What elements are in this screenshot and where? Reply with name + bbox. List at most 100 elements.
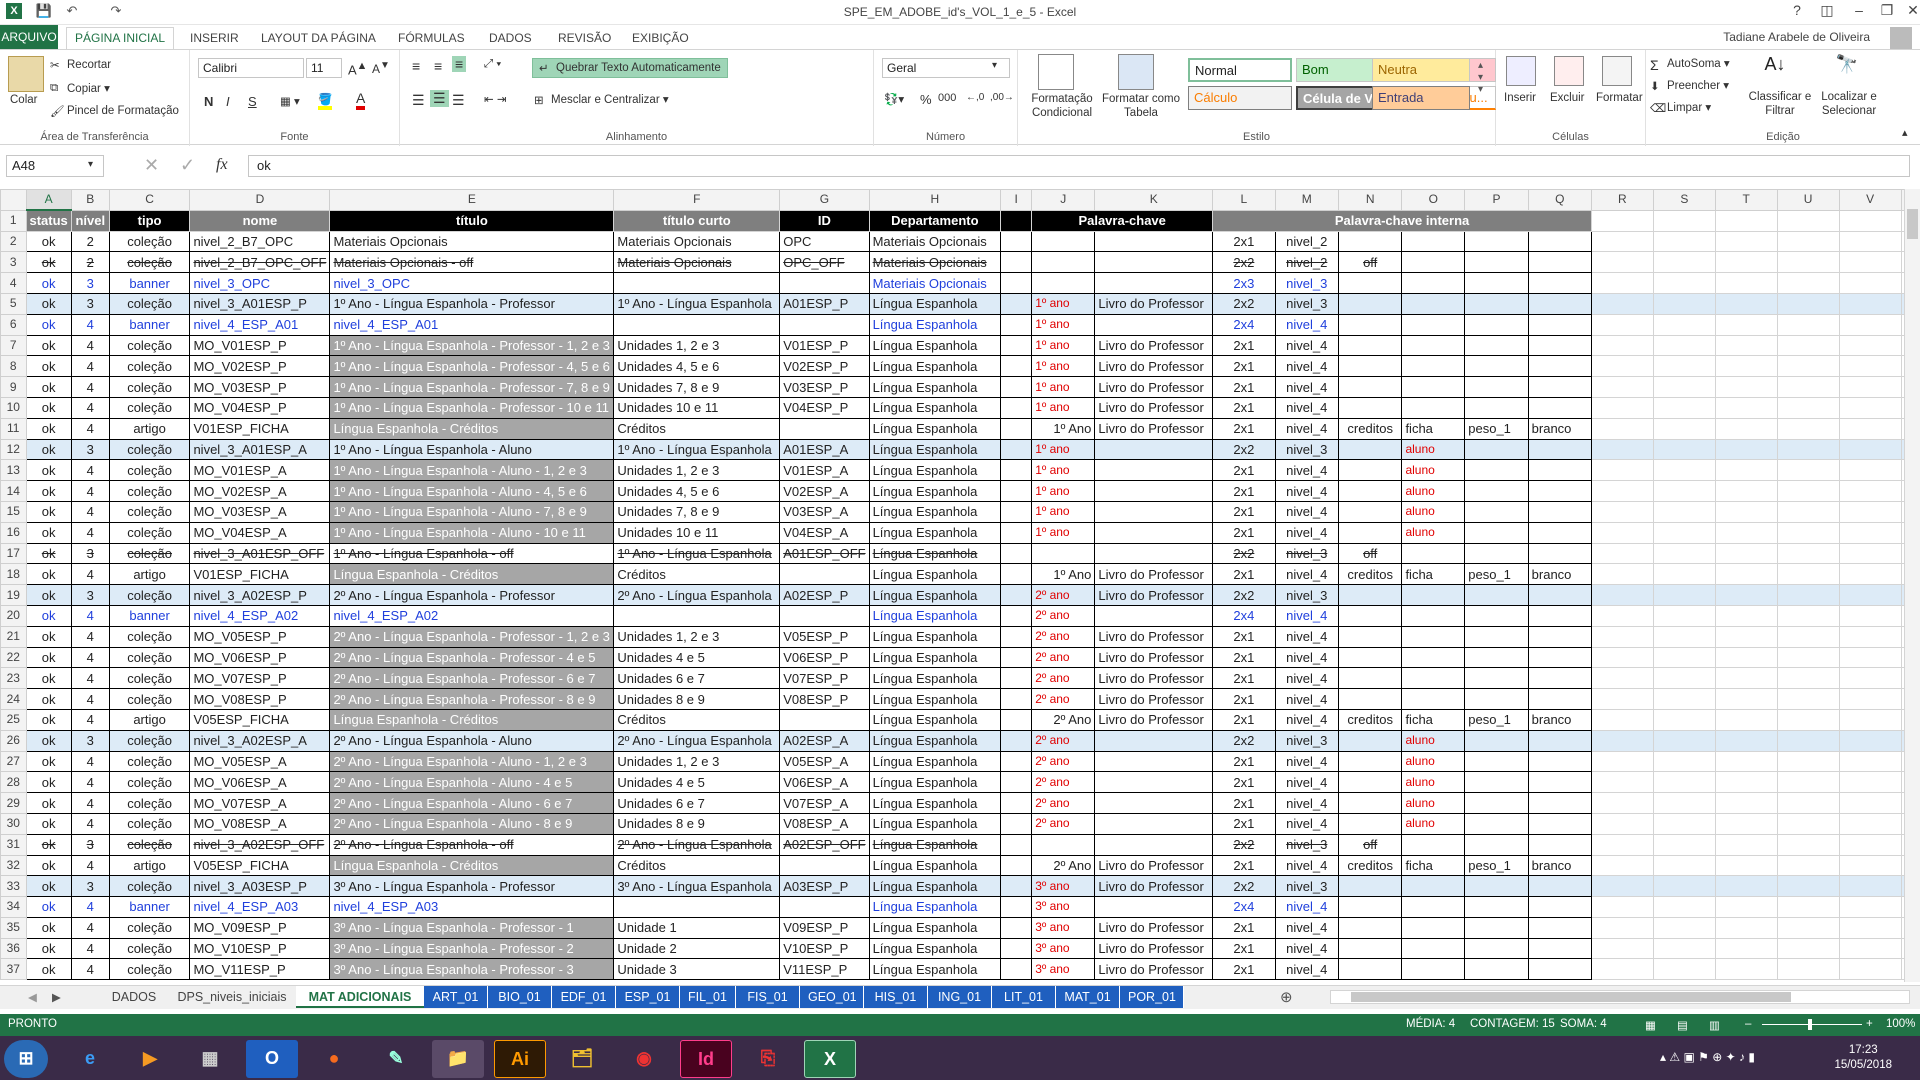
- grid-cell[interactable]: 1º Ano - Língua Espanhola - Professor - …: [329, 355, 615, 378]
- grid-cell[interactable]: banner: [108, 313, 191, 336]
- collapse-ribbon-icon[interactable]: ▴: [1902, 126, 1908, 139]
- grid-cell[interactable]: [1000, 604, 1033, 627]
- grid-cell[interactable]: Materiais Opcionais: [613, 251, 781, 274]
- grid-cell[interactable]: 2x1: [1212, 958, 1276, 981]
- grid-cell[interactable]: [1590, 230, 1654, 253]
- grid-cell[interactable]: branco: [1527, 563, 1592, 586]
- grid-cell[interactable]: V06ESP_A: [779, 771, 870, 794]
- grid-cell[interactable]: MO_V01ESP_P: [189, 334, 331, 357]
- grid-cell[interactable]: ok: [25, 708, 72, 731]
- grid-cell[interactable]: [1838, 209, 1902, 232]
- grid-cell[interactable]: Livro do Professor: [1094, 937, 1214, 960]
- grid-cell[interactable]: [1464, 916, 1529, 939]
- font-color-icon[interactable]: A: [356, 90, 366, 110]
- binoculars-icon[interactable]: 🔭: [1832, 54, 1862, 84]
- grid-cell[interactable]: [1337, 667, 1403, 690]
- grid-cell[interactable]: [779, 272, 870, 294]
- grid-cell[interactable]: nivel_4: [1274, 376, 1339, 398]
- grid-cell[interactable]: [1464, 625, 1529, 648]
- grid-cell[interactable]: nivel_4: [1274, 396, 1339, 419]
- grid-cell[interactable]: [1000, 667, 1033, 690]
- grid-cell[interactable]: 1º Ano - Língua Espanhola - Aluno - 4, 5…: [329, 480, 615, 502]
- grid-cell[interactable]: [1714, 812, 1778, 835]
- grid-cell[interactable]: [1337, 459, 1403, 482]
- grid-cell[interactable]: 2x4: [1212, 313, 1276, 336]
- grid-cell[interactable]: [1000, 500, 1033, 523]
- grid-cell[interactable]: [1838, 459, 1902, 482]
- grid-cell[interactable]: Livro do Professor: [1094, 376, 1214, 398]
- grid-cell[interactable]: ok: [25, 604, 72, 627]
- grid-cell[interactable]: [1401, 958, 1466, 981]
- page-break-icon[interactable]: ▥: [1709, 1018, 1720, 1032]
- grid-cell[interactable]: [1401, 542, 1466, 565]
- grid-cell[interactable]: ok: [25, 334, 72, 357]
- excel-taskbar-icon[interactable]: X: [804, 1040, 856, 1078]
- grid-cell[interactable]: [1527, 812, 1592, 835]
- grid-cell[interactable]: ok: [25, 292, 72, 315]
- column-header-h[interactable]: H: [868, 189, 1002, 211]
- grid-cell[interactable]: Unidades 8 e 9: [613, 688, 781, 710]
- grid-cell[interactable]: [1714, 459, 1778, 482]
- grid-cell[interactable]: [1000, 958, 1033, 981]
- grid-cell[interactable]: [1000, 729, 1033, 752]
- grid-cell[interactable]: [1464, 355, 1529, 378]
- grid-cell[interactable]: [1776, 480, 1840, 502]
- header-nivel[interactable]: nível: [70, 209, 110, 232]
- grid-cell[interactable]: [1714, 604, 1778, 627]
- grid-cell[interactable]: [1527, 625, 1592, 648]
- header-departamento[interactable]: Departamento: [868, 209, 1002, 232]
- grid-cell[interactable]: [1590, 355, 1654, 378]
- grid-cell[interactable]: [1652, 812, 1716, 835]
- grid-cell[interactable]: nivel_4: [1274, 417, 1339, 440]
- grid-cell[interactable]: [1337, 230, 1403, 253]
- grid-cell[interactable]: [1337, 355, 1403, 378]
- grid-cell[interactable]: 4: [70, 480, 110, 502]
- grid-cell[interactable]: [1652, 459, 1716, 482]
- grid-cell[interactable]: Unidades 1, 2 e 3: [613, 334, 781, 357]
- column-header-g[interactable]: G: [779, 189, 870, 211]
- grid-cell[interactable]: [1527, 604, 1592, 627]
- grid-cell[interactable]: [1000, 521, 1033, 544]
- grid-cell[interactable]: [1401, 584, 1466, 606]
- grid-cell[interactable]: [1337, 750, 1403, 773]
- scrollbar-thumb[interactable]: [1907, 209, 1918, 239]
- grid-cell[interactable]: aluno: [1401, 792, 1466, 814]
- grid-cell[interactable]: [1464, 958, 1529, 981]
- grid-cell[interactable]: ok: [25, 251, 72, 274]
- grid-cell[interactable]: [1714, 563, 1778, 586]
- grid-cell[interactable]: [1401, 292, 1466, 315]
- grid-cell[interactable]: 1º Ano - Língua Espanhola: [613, 438, 781, 461]
- grid-cell[interactable]: MO_V05ESP_A: [189, 750, 331, 773]
- grid-cell[interactable]: [1652, 396, 1716, 419]
- grid-cell[interactable]: [1590, 480, 1654, 502]
- row-header[interactable]: 4: [0, 272, 27, 294]
- grid-cell[interactable]: coleção: [108, 438, 191, 461]
- grid-cell[interactable]: [1527, 500, 1592, 523]
- grid-cell[interactable]: [1590, 812, 1654, 835]
- row-header[interactable]: 3: [0, 251, 27, 274]
- grid-cell[interactable]: A02ESP_A: [779, 729, 870, 752]
- grid-cell[interactable]: [1776, 500, 1840, 523]
- grid-cell[interactable]: [1000, 396, 1033, 419]
- grid-cell[interactable]: [1590, 376, 1654, 398]
- column-header-s[interactable]: S: [1652, 189, 1716, 211]
- column-header-j[interactable]: J: [1031, 189, 1096, 211]
- grid-cell[interactable]: Livro do Professor: [1094, 667, 1214, 690]
- grid-cell[interactable]: peso_1: [1464, 854, 1529, 877]
- grid-cell[interactable]: [1776, 334, 1840, 357]
- grid-cell[interactable]: 1º Ano - Língua Espanhola: [613, 292, 781, 315]
- grid-cell[interactable]: ok: [25, 313, 72, 336]
- grid-cell[interactable]: 3: [70, 438, 110, 461]
- grid-cell[interactable]: 3º Ano - Língua Espanhola - Professor: [329, 875, 615, 898]
- header-nome[interactable]: nome: [189, 209, 331, 232]
- clock[interactable]: 17:23 15/05/2018: [1834, 1043, 1892, 1073]
- grid-cell[interactable]: coleção: [108, 251, 191, 274]
- grid-cell[interactable]: Materiais Opcionais: [613, 230, 781, 253]
- row-header[interactable]: 25: [0, 708, 27, 731]
- grid-cell[interactable]: [1776, 542, 1840, 565]
- grid-cell[interactable]: branco: [1527, 417, 1592, 440]
- grid-cell[interactable]: 1º ano: [1031, 334, 1096, 357]
- column-header-t[interactable]: T: [1714, 189, 1778, 211]
- grid-cell[interactable]: [1838, 729, 1902, 752]
- grid-cell[interactable]: Língua Espanhola: [868, 500, 1002, 523]
